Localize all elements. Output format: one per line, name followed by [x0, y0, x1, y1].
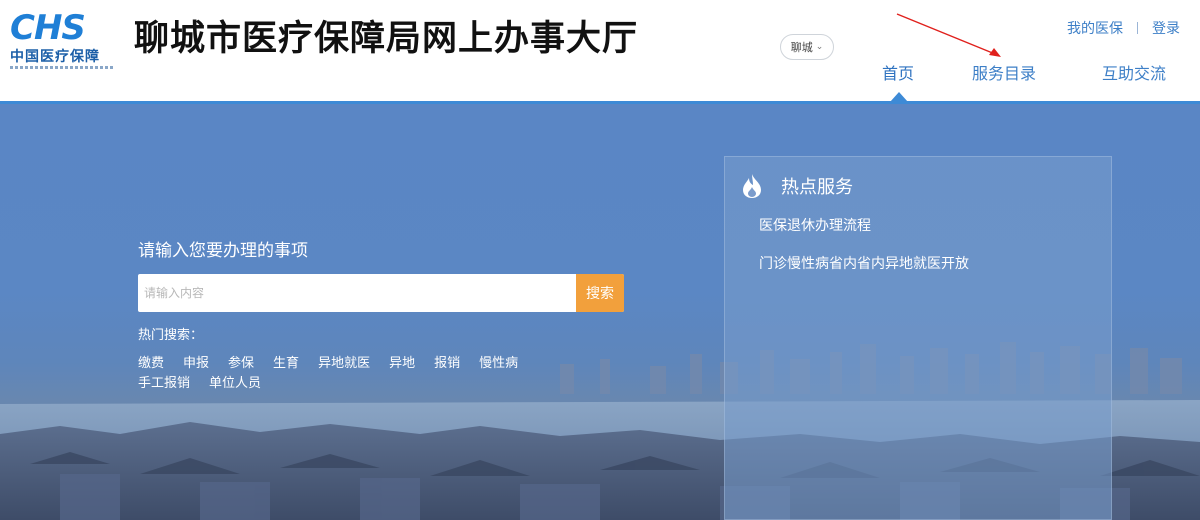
hero-banner: 请输入您要办理的事项 搜索 热门搜索： 缴费 申报 参保 生育 异地就医 异地 … — [0, 104, 1200, 520]
site-header: CHS 中国医疗保障 聊城市医疗保障局网上办事大厅 聊城 ⌄ 我的医保 登录 首… — [0, 0, 1200, 104]
hot-search-row-1: 缴费 申报 参保 生育 异地就医 异地 报销 慢性病 — [138, 352, 537, 371]
hot-term[interactable]: 异地就医 — [318, 352, 370, 371]
flame-icon — [743, 174, 761, 198]
hot-term[interactable]: 申报 — [183, 352, 209, 371]
login-link[interactable]: 登录 — [1152, 18, 1180, 38]
hot-term[interactable]: 单位人员 — [209, 372, 261, 391]
hot-term[interactable]: 手工报销 — [138, 372, 190, 391]
search-box: 搜索 — [138, 274, 624, 312]
nav-active-indicator — [890, 92, 908, 102]
hot-services-header: 热点服务 — [741, 173, 853, 199]
hot-term[interactable]: 异地 — [389, 352, 415, 371]
city-select[interactable]: 聊城 ⌄ — [780, 34, 834, 60]
logo-mark: CHS — [10, 8, 86, 48]
hot-services-panel: 热点服务 医保退休办理流程 门诊慢性病省内省内异地就医开放 — [724, 156, 1112, 520]
city-select-value: 聊城 — [790, 41, 813, 54]
nav-interaction[interactable]: 互助交流 — [1102, 60, 1166, 84]
hot-term[interactable]: 参保 — [228, 352, 254, 371]
link-divider — [1137, 22, 1138, 34]
logo-subtitle: 中国医疗保障 — [10, 49, 100, 65]
hot-search-row-2: 手工报销 单位人员 — [138, 372, 280, 391]
hot-services-title: 热点服务 — [781, 177, 853, 198]
hot-term[interactable]: 慢性病 — [479, 352, 518, 371]
search-button[interactable]: 搜索 — [576, 274, 624, 312]
nav-service-catalog[interactable]: 服务目录 — [972, 60, 1036, 84]
my-insurance-link[interactable]: 我的医保 — [1067, 18, 1123, 38]
hot-term[interactable]: 生育 — [273, 352, 299, 371]
hot-term[interactable]: 缴费 — [138, 352, 164, 371]
search-input[interactable] — [138, 274, 576, 312]
hot-term[interactable]: 报销 — [434, 352, 460, 371]
search-prompt: 请输入您要办理的事项 — [138, 241, 308, 261]
top-links: 我的医保 登录 — [1067, 18, 1180, 38]
hot-service-item[interactable]: 门诊慢性病省内省内异地就医开放 — [759, 253, 969, 273]
annotation-arrow — [896, 13, 1001, 57]
site-title: 聊城市医疗保障局网上办事大厅 — [134, 19, 639, 59]
chs-logo[interactable]: CHS 中国医疗保障 — [8, 8, 114, 74]
logo-english-line — [10, 66, 114, 69]
hot-service-item[interactable]: 医保退休办理流程 — [759, 215, 871, 235]
hot-search-label: 热门搜索： — [138, 328, 204, 343]
chevron-down-icon: ⌄ — [815, 42, 824, 52]
nav-home[interactable]: 首页 — [882, 60, 914, 84]
